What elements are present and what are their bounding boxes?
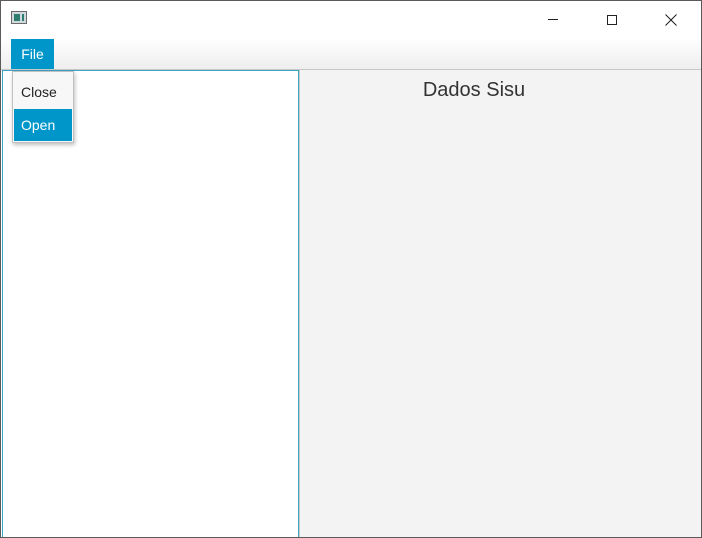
minimize-icon bbox=[548, 19, 558, 20]
file-menu[interactable]: File bbox=[11, 39, 54, 69]
app-window: File Dados Sisu Close Open bbox=[0, 0, 702, 538]
title-bar[interactable] bbox=[1, 1, 701, 38]
file-menu-dropdown: Close Open bbox=[12, 71, 74, 143]
details-pane: Dados Sisu bbox=[300, 70, 701, 537]
menu-item-close[interactable]: Close bbox=[14, 76, 72, 108]
close-window-button[interactable] bbox=[648, 1, 694, 38]
menu-item-open[interactable]: Open bbox=[14, 109, 72, 141]
minimize-button[interactable] bbox=[530, 1, 576, 38]
maximize-icon bbox=[607, 14, 617, 25]
panel-title: Dados Sisu bbox=[422, 79, 526, 101]
maximize-button[interactable] bbox=[589, 1, 635, 38]
app-icon bbox=[11, 11, 27, 24]
menu-bar: File bbox=[1, 38, 701, 70]
close-icon bbox=[665, 13, 677, 26]
